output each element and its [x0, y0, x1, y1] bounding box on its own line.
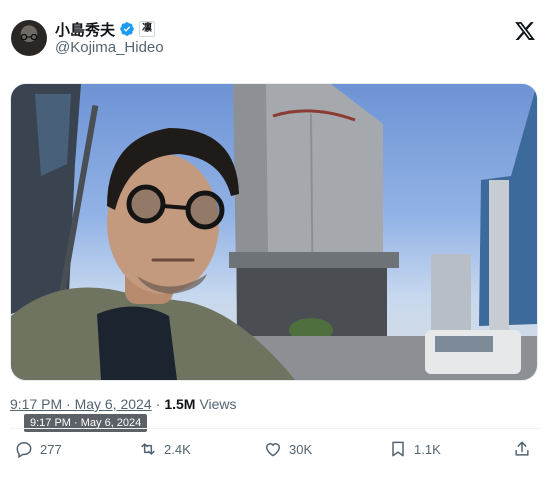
- user-handle[interactable]: @Kojima_Hideo: [55, 39, 164, 56]
- views-label: Views: [199, 396, 237, 412]
- post-meta: 9:17 PM · May 6, 2024 · 1.5M Views: [10, 396, 237, 412]
- like-icon: [265, 443, 281, 457]
- share-button[interactable]: [512, 439, 532, 459]
- avatar[interactable]: [11, 20, 47, 56]
- person-shirt: [97, 306, 177, 380]
- display-name[interactable]: 小島秀夫: [55, 19, 115, 40]
- reply-icon: [16, 441, 32, 459]
- bookmark-button[interactable]: 1.1K: [388, 439, 441, 459]
- action-divider: [10, 428, 540, 429]
- timestamp-tooltip: 9:17 PM · May 6, 2024: [24, 414, 148, 432]
- verified-badge-icon[interactable]: [119, 21, 135, 37]
- post-header: 小島秀夫 凛 @Kojima_Hideo: [0, 0, 550, 70]
- far-building: [431, 254, 471, 334]
- like-button[interactable]: 30K: [263, 439, 312, 459]
- bookmark-icon: [392, 441, 404, 457]
- like-count: 30K: [289, 441, 313, 457]
- repost-icon: [141, 443, 155, 455]
- repost-count: 2.4K: [164, 441, 191, 457]
- name-row: 小島秀夫 凛: [55, 19, 156, 40]
- right-building: [489, 180, 509, 330]
- van-window: [435, 336, 493, 352]
- building-canopy: [229, 252, 399, 268]
- left-building-windows: [35, 94, 71, 176]
- reply-count: 277: [40, 441, 62, 457]
- photo-scene: [11, 84, 537, 380]
- views-count: 1.5M: [164, 396, 196, 412]
- repost-button[interactable]: 2.4K: [138, 439, 191, 459]
- meta-separator: ·: [155, 396, 161, 412]
- affiliation-badge[interactable]: 凛: [139, 21, 156, 37]
- avatar-glasses-icon: [20, 34, 38, 40]
- post-actions: 277 2.4K 30K 1.1K: [14, 439, 536, 463]
- post-photo[interactable]: [10, 83, 538, 381]
- reply-button[interactable]: 277: [14, 439, 62, 459]
- bookmark-count: 1.1K: [414, 441, 441, 457]
- x-logo-icon[interactable]: [514, 20, 536, 42]
- post-timestamp-link[interactable]: 9:17 PM · May 6, 2024: [10, 396, 152, 412]
- share-icon: [515, 441, 529, 456]
